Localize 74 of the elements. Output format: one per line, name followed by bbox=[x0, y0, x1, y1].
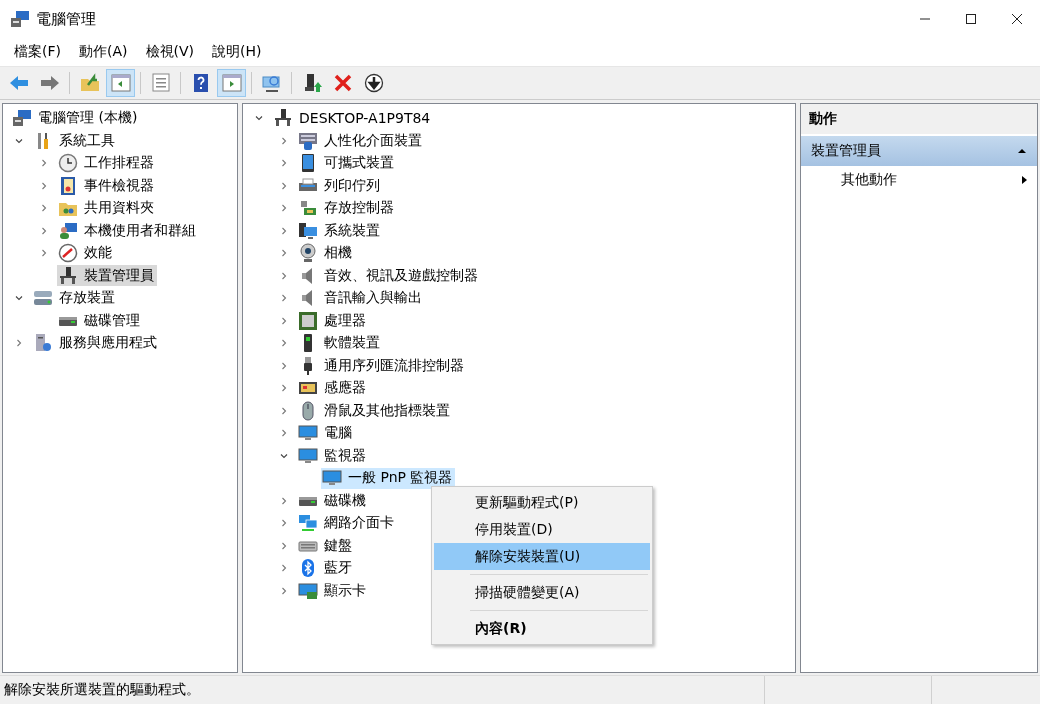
tree-item[interactable]: 音效、視訊及遊戲控制器 bbox=[323, 266, 478, 285]
context-menu-item[interactable]: 更新驅動程式(P) bbox=[434, 489, 650, 516]
tree-item[interactable]: 系統工具 bbox=[59, 131, 115, 150]
device-icon bbox=[57, 265, 78, 286]
tree-item[interactable]: 軟體裝置 bbox=[323, 334, 380, 353]
device-icon bbox=[273, 108, 293, 129]
action-link[interactable]: 其他動作 bbox=[801, 166, 1037, 194]
collapse-icon[interactable] bbox=[1017, 146, 1027, 156]
network-icon bbox=[297, 513, 318, 534]
tree-item[interactable]: 本機使用者和群組 bbox=[83, 221, 196, 240]
tree-item[interactable]: 人性化介面裝置 bbox=[323, 131, 422, 150]
tree-item[interactable]: 存放控制器 bbox=[323, 199, 394, 218]
actions-section-header[interactable]: 裝置管理員 bbox=[801, 136, 1037, 166]
download-icon bbox=[363, 73, 384, 93]
computer-icon bbox=[10, 9, 30, 29]
users-icon bbox=[57, 220, 78, 241]
tree-item[interactable]: DESKTOP-A1P9T84 bbox=[299, 110, 431, 127]
menu-item[interactable]: 動作(A) bbox=[70, 43, 137, 61]
tree-item[interactable]: 系統裝置 bbox=[323, 221, 380, 240]
tree-item[interactable]: 服務與應用程式 bbox=[59, 334, 157, 353]
menu-item[interactable]: 檢視(V) bbox=[136, 43, 203, 61]
menu-item[interactable]: 說明(H) bbox=[203, 43, 271, 61]
tree-item[interactable]: 工作排程器 bbox=[83, 154, 154, 173]
tree-item[interactable]: 相機 bbox=[323, 244, 352, 263]
console-tree-icon bbox=[110, 73, 131, 93]
menu-item[interactable]: 檔案(F) bbox=[5, 43, 70, 61]
action-pane-icon bbox=[221, 73, 242, 93]
forward-icon bbox=[39, 73, 60, 93]
delete-icon bbox=[332, 73, 353, 93]
collapsed-chevron-icon[interactable] bbox=[14, 338, 24, 349]
context-menu-item[interactable]: 停用裝置(D) bbox=[434, 516, 650, 543]
tree-item[interactable]: 磁碟管理 bbox=[83, 311, 140, 330]
tree-item[interactable]: 滑鼠及其他指標裝置 bbox=[323, 401, 450, 420]
clock-icon bbox=[57, 153, 78, 174]
tree-item[interactable]: 監視器 bbox=[323, 446, 366, 465]
tree-item[interactable]: 顯示卡 bbox=[323, 581, 366, 600]
up-icon bbox=[79, 73, 100, 93]
webcam-icon bbox=[297, 243, 318, 264]
system-icon bbox=[297, 220, 318, 241]
tree-item[interactable]: 共用資料夾 bbox=[83, 199, 154, 218]
maximize-icon bbox=[965, 13, 977, 25]
tree-item[interactable]: 鍵盤 bbox=[323, 536, 352, 555]
tree-item[interactable]: 感應器 bbox=[323, 379, 366, 398]
server-icon bbox=[33, 333, 53, 354]
tree-item[interactable]: 效能 bbox=[83, 244, 112, 263]
status-text: 解除安裝所選裝置的驅動程式。 bbox=[3, 681, 201, 699]
tree-item[interactable]: 事件檢視器 bbox=[83, 176, 154, 195]
context-menu-item[interactable]: 掃描硬體變更(A) bbox=[434, 579, 650, 606]
input-device-icon bbox=[297, 130, 318, 151]
tree-item[interactable]: 電腦管理 (本機) bbox=[38, 109, 138, 128]
back-icon bbox=[8, 73, 29, 93]
tree-item[interactable]: 處理器 bbox=[323, 311, 366, 330]
tree-item[interactable]: 磁碟機 bbox=[323, 491, 366, 510]
minimize-icon bbox=[919, 18, 931, 20]
gauge-icon bbox=[57, 243, 78, 264]
display-adapter-icon bbox=[297, 580, 318, 601]
tree-item[interactable]: 藍牙 bbox=[323, 559, 352, 578]
tree-item[interactable]: 存放裝置 bbox=[59, 289, 115, 308]
tree-item[interactable]: 音訊輸入與輸出 bbox=[323, 289, 422, 308]
close-icon bbox=[1011, 13, 1023, 25]
tree-item[interactable]: 可攜式裝置 bbox=[323, 154, 394, 173]
tree-item[interactable]: 網路介面卡 bbox=[323, 514, 394, 533]
tree-item[interactable]: 通用序列匯流排控制器 bbox=[323, 356, 464, 375]
window-title: 電腦管理 bbox=[36, 9, 97, 29]
context-menu-item[interactable]: 內容(R) bbox=[434, 615, 650, 642]
monitor-icon bbox=[297, 445, 318, 466]
context-menu-item[interactable]: 解除安裝裝置(U) bbox=[434, 543, 650, 570]
export-icon bbox=[150, 73, 171, 93]
tree-item[interactable]: 電腦 bbox=[323, 424, 352, 443]
chip-icon bbox=[297, 310, 318, 331]
tree-item[interactable]: 列印佇列 bbox=[323, 176, 380, 195]
actions-header: 動作 bbox=[801, 104, 1037, 136]
computer-icon bbox=[12, 108, 32, 129]
monitor-search-icon bbox=[261, 73, 282, 93]
